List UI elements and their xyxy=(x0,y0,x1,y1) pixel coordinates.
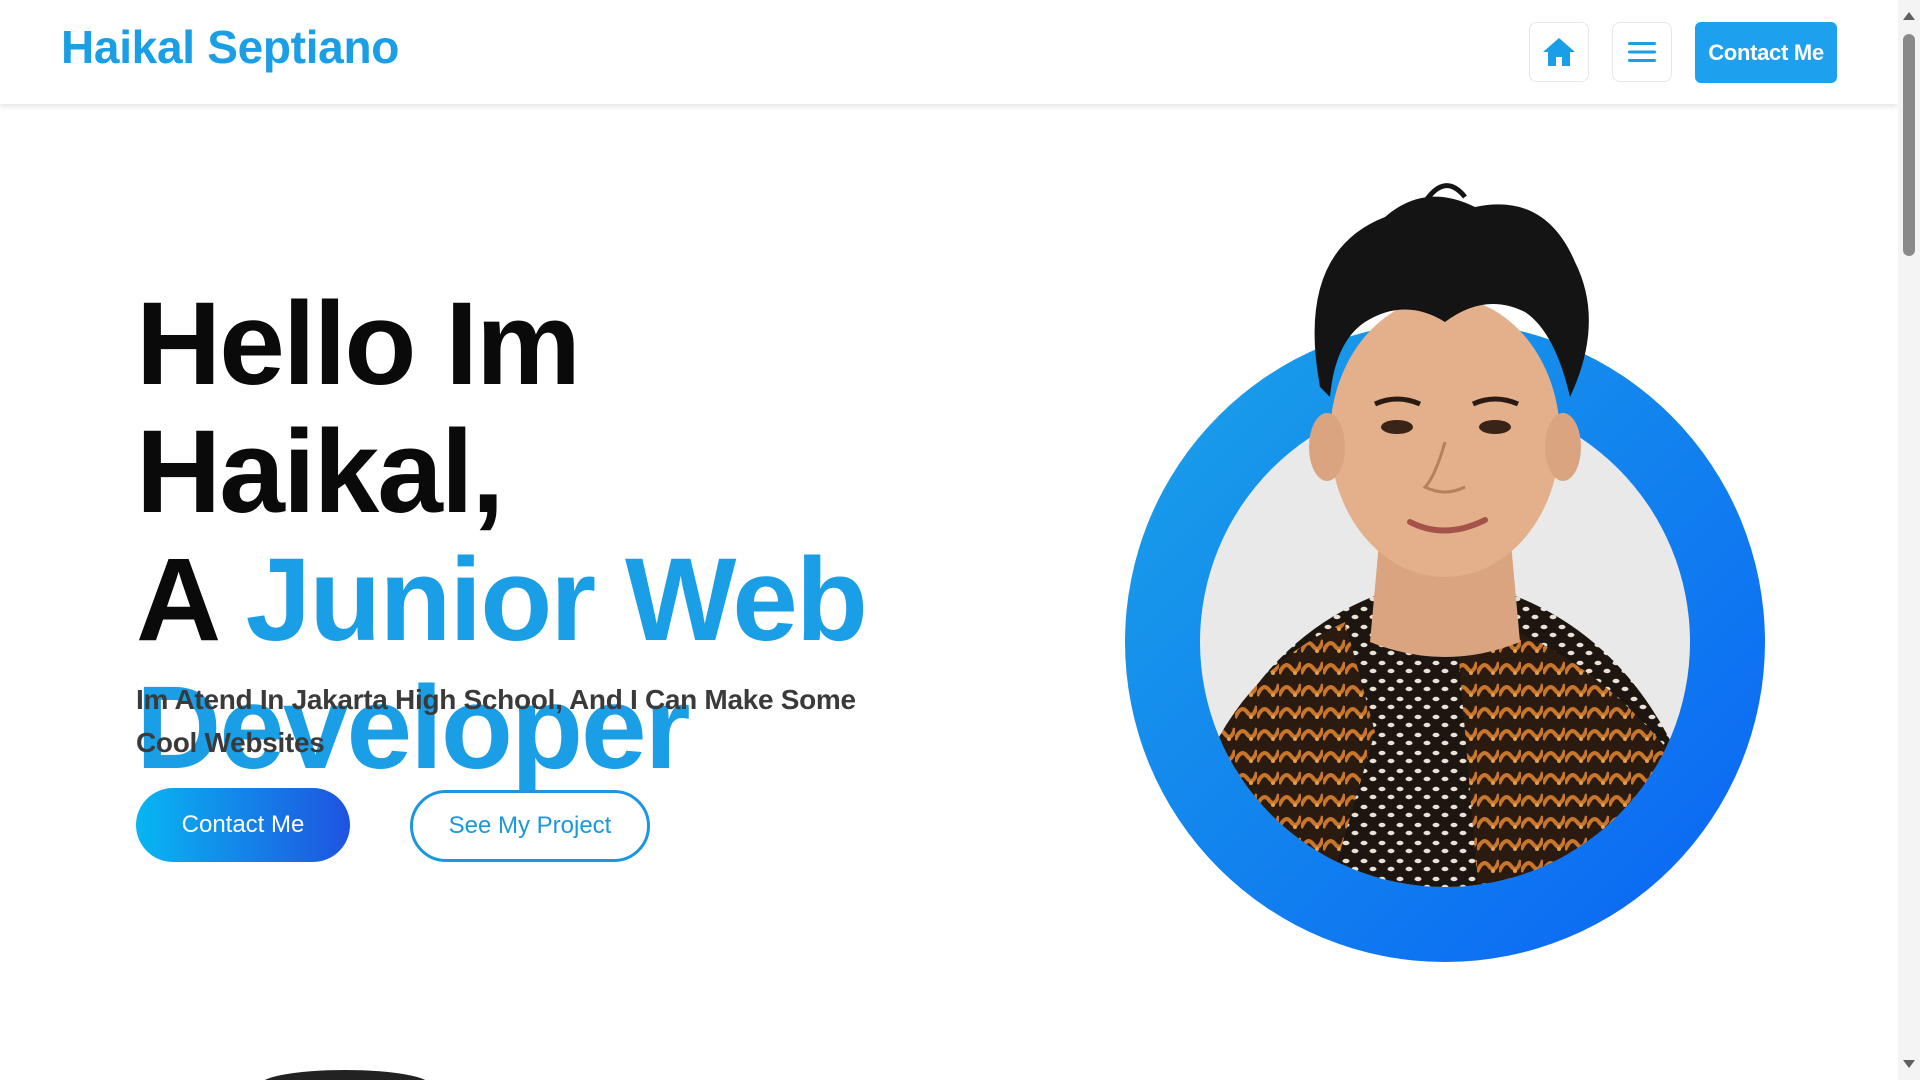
hero-title-prefix: A xyxy=(136,534,246,666)
brand-logo[interactable]: Haikal Septiano xyxy=(61,20,399,74)
next-section-preview xyxy=(260,1070,430,1080)
vertical-scrollbar[interactable] xyxy=(1898,0,1920,1080)
scroll-thumb[interactable] xyxy=(1903,34,1915,256)
profile-photo-illustration xyxy=(1125,183,1765,962)
home-icon xyxy=(1543,38,1575,66)
hamburger-menu-icon xyxy=(1628,42,1656,62)
profile-portrait xyxy=(1125,172,1765,964)
navbar: Haikal Septiano Contact Me xyxy=(0,0,1898,104)
hero-contact-button[interactable]: Contact Me xyxy=(136,788,350,862)
home-button[interactable] xyxy=(1529,22,1589,82)
hero-subtitle: Im Atend In Jakarta High School, And I C… xyxy=(136,684,856,758)
menu-button[interactable] xyxy=(1612,22,1672,82)
scroll-down-arrow-icon[interactable] xyxy=(1903,1060,1915,1068)
hero-title-line1: Hello Im Haikal, xyxy=(136,278,581,538)
nav-contact-button[interactable]: Contact Me xyxy=(1695,22,1837,83)
scroll-up-arrow-icon[interactable] xyxy=(1903,12,1915,20)
page: Haikal Septiano Contact Me Hello Im Haik… xyxy=(0,0,1920,1080)
see-project-button[interactable]: See My Project xyxy=(410,790,650,862)
